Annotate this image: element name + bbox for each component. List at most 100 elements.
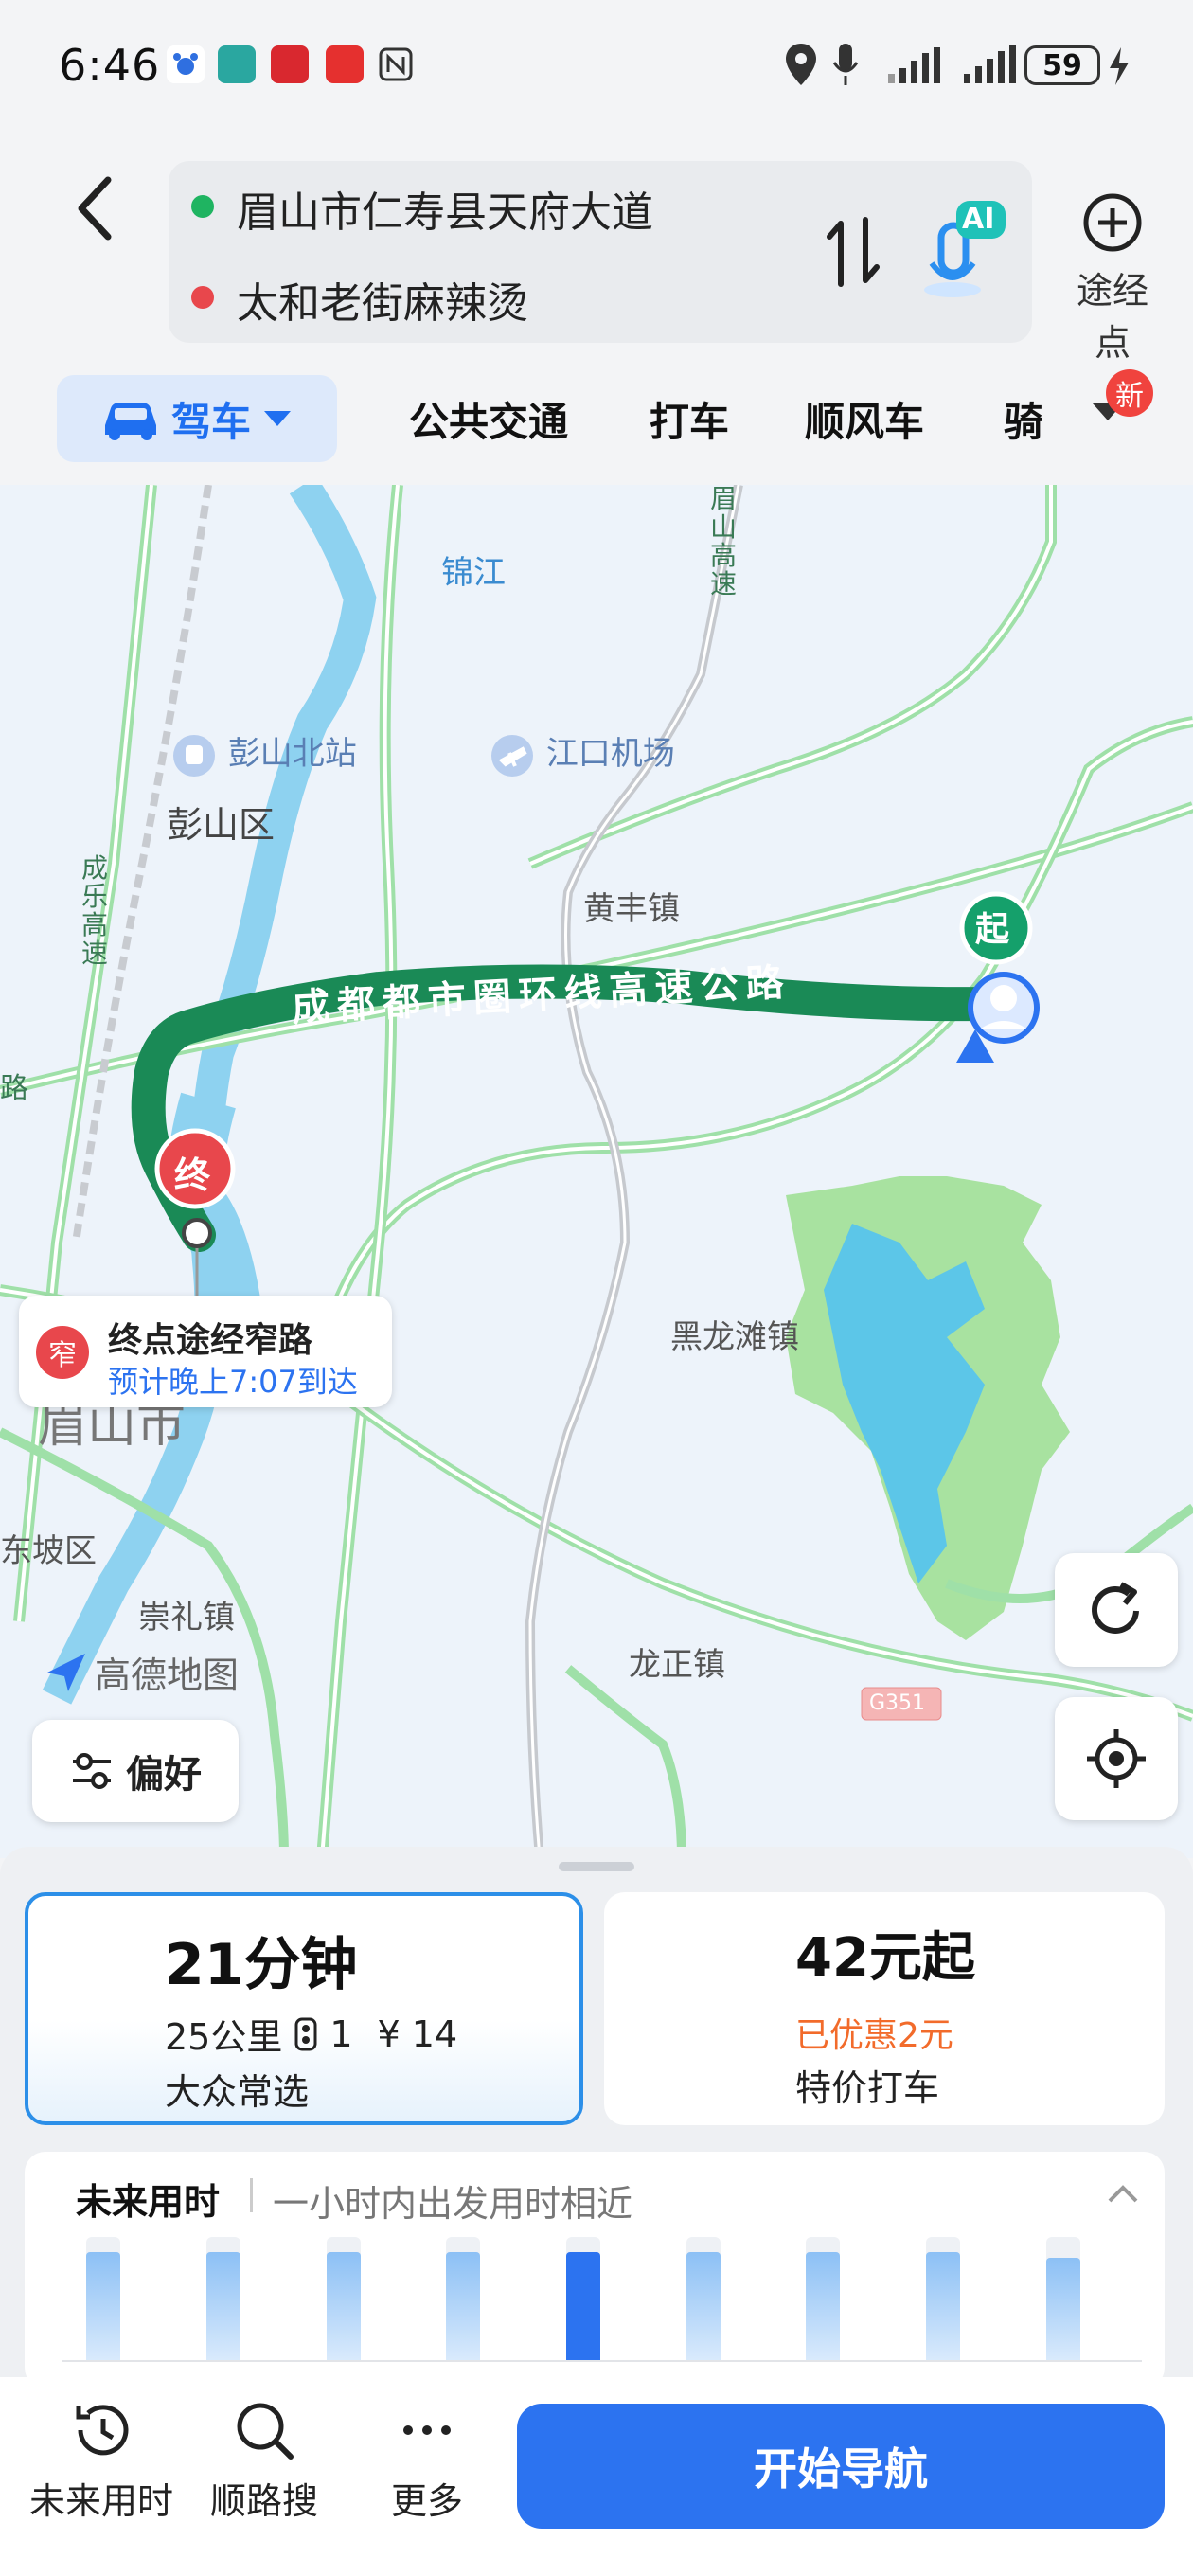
label-huangfeng: 黄丰镇	[583, 890, 680, 928]
video-app-icon	[326, 45, 364, 83]
end-location-field[interactable]: 太和老街麻辣烫	[237, 269, 528, 330]
collapse-button[interactable]	[1104, 2180, 1142, 2212]
ai-badge: AI	[962, 203, 995, 236]
future-subtitle: 一小时内出发用时相近	[273, 2183, 633, 2225]
future-bar[interactable]	[326, 2252, 361, 2360]
future-time-card[interactable]: 未来用时 一小时内出发用时相近	[25, 2152, 1165, 2388]
microphone-icon	[831, 42, 860, 91]
traffic-light-icon	[294, 2017, 317, 2050]
label-jinjiang: 锦江	[441, 554, 506, 592]
route-sheet: 21分钟 25公里 1 ¥ 14 大众常选 42元起 已优惠2元 特价打车 未来…	[0, 1847, 1193, 2388]
sliders-icon	[73, 1753, 111, 1789]
locate-me-button[interactable]	[1055, 1697, 1178, 1820]
label-road: 路	[0, 1072, 28, 1105]
taxi-label: 特价打车	[795, 2067, 940, 2109]
sheet-handle[interactable]	[559, 1862, 634, 1871]
airport-icon	[491, 734, 533, 777]
label-chongli: 崇礼镇	[138, 1599, 235, 1637]
end-marker: 终	[174, 1154, 211, 1196]
future-time-button[interactable]: 未来用时	[21, 2396, 182, 2524]
dropdown-triangle-icon	[264, 411, 291, 426]
narrow-road-icon: 窄	[36, 1326, 89, 1379]
add-waypoint-button[interactable]: 途经点	[1060, 189, 1165, 366]
train-station-icon	[173, 734, 215, 777]
start-marker: 起	[975, 910, 1010, 949]
waypoint-label: 途经点	[1076, 270, 1148, 364]
start-navigation-button[interactable]: 开始导航	[517, 2404, 1165, 2529]
tab-carpool[interactable]: 顺风车	[805, 390, 924, 448]
future-bar[interactable]	[806, 2252, 841, 2360]
battery-indicator: 59	[1024, 45, 1100, 85]
tab-taxi[interactable]: 打车	[650, 390, 729, 448]
future-bar[interactable]	[686, 2252, 721, 2360]
taxi-option-card[interactable]: 42元起 已优惠2元 特价打车	[604, 1892, 1165, 2125]
notice-title: 终点途经窄路	[108, 1321, 313, 1360]
swap-route-button[interactable]	[824, 214, 884, 294]
future-bar[interactable]	[566, 2252, 600, 2360]
future-title: 未来用时	[76, 2181, 221, 2223]
chevron-up-icon	[1108, 2185, 1138, 2203]
amap-logo-icon	[47, 1653, 85, 1691]
route-option-card[interactable]: 21分钟 25公里 1 ¥ 14 大众常选	[25, 1892, 583, 2125]
preference-button[interactable]: 偏好	[32, 1720, 239, 1822]
label-pengshan-north: 彭山北站	[170, 727, 357, 779]
search-icon	[237, 2403, 294, 2460]
notice-subtitle: 预计晚上7:07到达	[108, 1364, 358, 1400]
chuanguan-app-icon	[271, 45, 309, 83]
tab-transit[interactable]: 公共交通	[409, 390, 568, 448]
start-location-field[interactable]: 眉山市仁寿县天府大道	[237, 178, 653, 239]
back-button[interactable]	[66, 170, 123, 246]
charging-icon	[1108, 45, 1131, 91]
taxi-discount: 已优惠2元	[795, 2016, 953, 2055]
label-longzheng: 龙正镇	[629, 1646, 725, 1684]
signal-icon-2	[960, 45, 1017, 91]
future-divider	[250, 2178, 253, 2212]
route-lights: 1	[329, 2012, 353, 2055]
car-icon	[104, 402, 156, 440]
more-button[interactable]: 更多	[347, 2396, 507, 2524]
plus-circle-icon	[1083, 193, 1142, 252]
tab-drive-label: 驾车	[170, 398, 251, 445]
narrow-road-notice[interactable]: 窄 终点途经窄路 预计晚上7:07到达	[19, 1296, 392, 1407]
label-heilongtan: 黑龙滩镇	[670, 1318, 799, 1356]
map-view[interactable]: 锦江 眉山高速 彭山北站 江口机场 彭山区 成乐高速 黄丰镇 路 黑龙滩镇 眉山…	[0, 485, 1193, 1858]
future-bar[interactable]	[926, 2252, 960, 2360]
refresh-route-button[interactable]	[1055, 1553, 1178, 1667]
status-time: 6:46	[59, 40, 161, 91]
nfc-icon	[377, 45, 415, 83]
location-icon	[784, 42, 818, 91]
label-dongpo: 东坡区	[0, 1532, 97, 1570]
start-dot-icon	[191, 195, 214, 218]
baidu-app-icon	[167, 45, 205, 83]
end-dot-icon	[191, 286, 214, 309]
swap-icon	[827, 217, 880, 287]
ai-voice-button[interactable]: AI	[915, 197, 1009, 301]
tab-ride[interactable]: 骑	[1004, 390, 1042, 448]
label-g351: G351	[869, 1691, 926, 1715]
taxi-price: 42元起	[795, 1927, 975, 1989]
future-bar[interactable]	[86, 2252, 121, 2360]
label-chengle: 成乐高速	[81, 852, 109, 969]
tab-drive[interactable]: 驾车	[57, 375, 337, 462]
locate-icon	[1087, 1729, 1146, 1788]
label-jiangkou-airport: 江口机场	[489, 727, 675, 779]
future-baseline	[62, 2360, 1142, 2362]
chevron-left-icon	[78, 176, 112, 241]
clock-history-icon	[76, 2405, 129, 2456]
future-bar[interactable]	[1045, 2258, 1080, 2360]
amap-logo: 高德地图	[44, 1646, 239, 1698]
label-highway: 眉山高速	[710, 485, 738, 599]
route-tag: 大众常选	[165, 2071, 310, 2113]
route-duration: 21分钟	[165, 1932, 358, 1998]
status-bar: 6:46 59	[0, 0, 1193, 133]
signal-icon-1	[875, 45, 941, 91]
refresh-icon	[1092, 1582, 1139, 1634]
future-bar[interactable]	[446, 2252, 481, 2360]
future-bar[interactable]	[206, 2252, 240, 2360]
new-badge: 新	[1106, 369, 1153, 417]
future-bars-chart	[62, 2237, 1142, 2360]
more-dots-icon	[403, 2425, 451, 2435]
route-details: 25公里 1 ¥ 14	[165, 2008, 457, 2060]
label-pengshan-district: 彭山区	[167, 804, 276, 846]
search-along-button[interactable]: 顺路搜	[184, 2396, 345, 2524]
